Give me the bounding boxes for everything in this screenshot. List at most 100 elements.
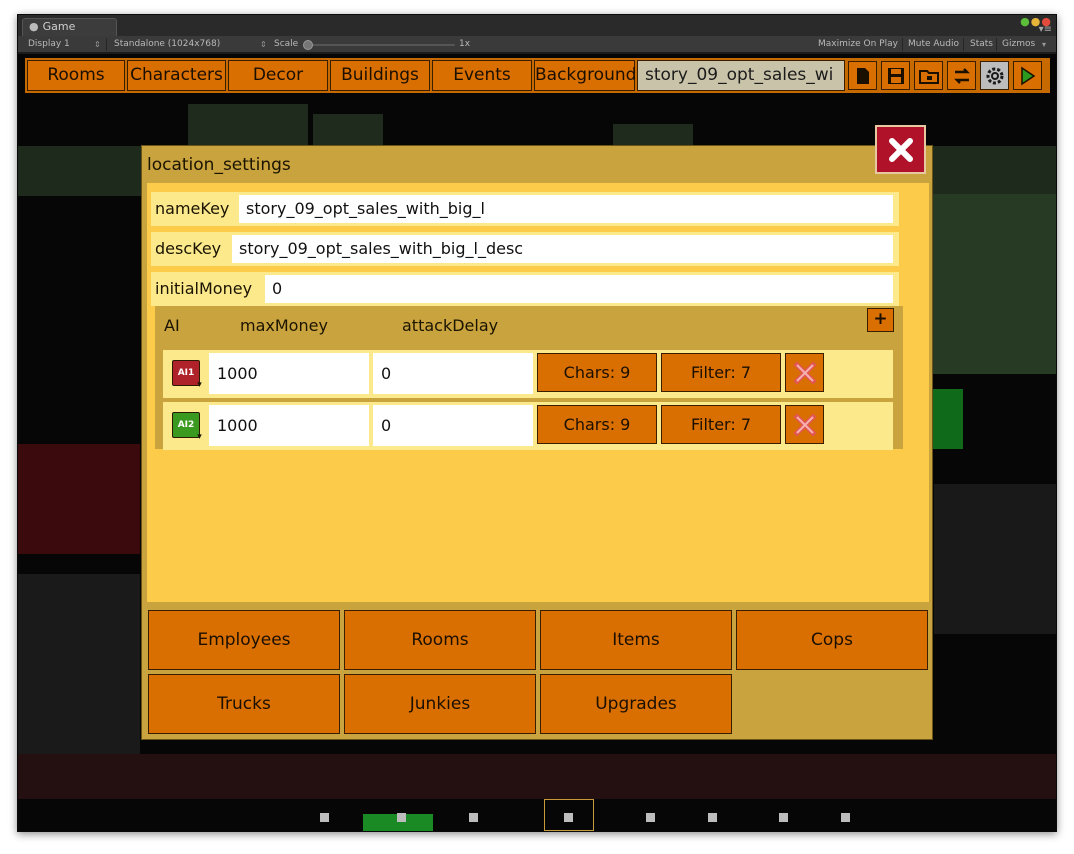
toolbar-divider: [996, 38, 997, 51]
location-name-label: story_09_opt_sales_wi: [645, 65, 834, 85]
swap-icon[interactable]: [947, 61, 976, 90]
page-dot[interactable]: [779, 813, 788, 822]
nav-rooms-button[interactable]: Rooms: [27, 60, 125, 91]
delete-ai-button[interactable]: [785, 405, 824, 444]
delete-ai-button[interactable]: [785, 353, 824, 392]
attack-delay-input[interactable]: 0: [373, 353, 533, 394]
toolbar-divider: [963, 38, 964, 51]
ai-badge-label: AI1: [177, 368, 195, 378]
items-button[interactable]: Items: [540, 610, 732, 670]
employees-button[interactable]: Employees: [148, 610, 340, 670]
desc-key-label: descKey: [155, 239, 222, 258]
desc-key-row: descKey story_09_opt_sales_with_big_l_de…: [151, 232, 899, 266]
page-dot-selected[interactable]: [544, 799, 594, 831]
delete-x-icon: [792, 360, 817, 385]
page-dot[interactable]: [397, 813, 406, 822]
nav-events-label: Events: [453, 65, 511, 85]
display-select[interactable]: Display 1: [28, 36, 70, 53]
location-name-tab[interactable]: story_09_opt_sales_wi: [637, 60, 845, 91]
resolution-select-arrows-icon[interactable]: ⇕: [260, 36, 267, 53]
display-select-arrows-icon[interactable]: ⇕: [94, 36, 101, 53]
page-dot[interactable]: [708, 813, 717, 822]
ai-badge-icon[interactable]: AI1 ▾: [172, 360, 202, 390]
game-tab-label: Game: [42, 20, 76, 33]
open-folder-icon[interactable]: [914, 61, 943, 90]
tab-menu-icon[interactable]: ▾≡: [1039, 25, 1052, 35]
nav-decor-button[interactable]: Decor: [228, 60, 328, 91]
save-icon[interactable]: [881, 61, 910, 90]
ai-settings-table: AI maxMoney attackDelay + AI1 ▾ 1000 0 Ch…: [155, 306, 903, 450]
nav-buildings-label: Buildings: [341, 65, 419, 85]
trucks-button[interactable]: Trucks: [148, 674, 340, 734]
unity-game-window: ● Game ●●● ▾≡ Display 1 ⇕ Standalone (102…: [17, 14, 1057, 832]
initial-money-input[interactable]: 0: [265, 275, 893, 303]
ai-column-header: AI: [164, 316, 180, 335]
gizmos-dropdown[interactable]: Gizmos: [1002, 36, 1035, 53]
name-key-label: nameKey: [155, 199, 230, 218]
new-file-icon[interactable]: [848, 61, 877, 90]
page-dot[interactable]: [320, 813, 329, 822]
display-select-label: Display 1: [28, 39, 70, 49]
nav-characters-button[interactable]: Characters: [127, 60, 226, 91]
gizmos-chevron-down-icon[interactable]: ▾: [1042, 36, 1046, 53]
nav-buildings-button[interactable]: Buildings: [330, 60, 430, 91]
close-icon: [888, 137, 913, 162]
filter-button[interactable]: Filter: 7: [661, 405, 781, 444]
background-dark-block: [934, 484, 1056, 634]
settings-panel: nameKey story_09_opt_sales_with_big_l de…: [147, 183, 929, 602]
chars-button[interactable]: Chars: 9: [537, 405, 657, 444]
ai-row: AI2 ▾ 1000 0 Chars: 9 Filter: 7: [163, 402, 893, 450]
location-settings-dialog: location_settings nameKey story_09_opt_s…: [141, 145, 933, 740]
close-dialog-button[interactable]: [875, 125, 926, 174]
upgrades-button[interactable]: Upgrades: [540, 674, 732, 734]
page-dot[interactable]: [841, 813, 850, 822]
zoom-button[interactable]: ●: [1020, 15, 1031, 28]
max-money-column-header: maxMoney: [240, 316, 328, 335]
nav-rooms-label: Rooms: [47, 65, 105, 85]
attack-delay-column-header: attackDelay: [402, 316, 499, 335]
add-ai-button[interactable]: +: [867, 308, 894, 332]
ai-badge-icon[interactable]: AI2 ▾: [172, 412, 202, 442]
initial-money-row: initialMoney 0: [151, 272, 899, 306]
scale-value: 1x: [459, 39, 471, 49]
nav-decor-label: Decor: [252, 65, 304, 85]
background-tree-area: [933, 194, 1056, 374]
max-money-input[interactable]: 1000: [209, 353, 369, 394]
maximize-on-play-toggle[interactable]: Maximize On Play: [818, 36, 898, 53]
background-green-block: [933, 389, 963, 449]
dialog-title: location_settings: [147, 155, 291, 175]
nav-background-button[interactable]: Background: [534, 60, 636, 91]
filter-button[interactable]: Filter: 7: [661, 353, 781, 392]
mute-audio-toggle[interactable]: Mute Audio: [908, 36, 959, 53]
attack-delay-input[interactable]: 0: [373, 405, 533, 446]
background-floor-strip: [18, 754, 1056, 799]
game-view-toolbar: Display 1 ⇕ Standalone (1024x768) ⇕ Scal…: [18, 36, 1056, 53]
rooms-button[interactable]: Rooms: [344, 610, 536, 670]
desc-key-input[interactable]: story_09_opt_sales_with_big_l_desc: [232, 235, 893, 263]
ai-row: AI1 ▾ 1000 0 Chars: 9 Filter: 7: [163, 350, 893, 398]
scale-slider-track[interactable]: [305, 44, 455, 46]
scale-slider-handle[interactable]: [303, 40, 313, 50]
background-dark-block: [18, 574, 140, 774]
page-dot[interactable]: [646, 813, 655, 822]
background-building: [188, 104, 308, 149]
nav-events-button[interactable]: Events: [432, 60, 532, 91]
game-view-icon: ●: [29, 20, 39, 33]
settings-gear-icon[interactable]: [980, 61, 1009, 90]
maximize-on-play-label: Maximize On Play: [818, 39, 898, 49]
stats-toggle[interactable]: Stats: [970, 36, 993, 53]
initial-money-label: initialMoney: [155, 279, 253, 298]
game-tab[interactable]: ● Game: [22, 18, 117, 36]
resolution-select-label: Standalone (1024x768): [114, 39, 221, 49]
resolution-select[interactable]: Standalone (1024x768): [114, 36, 220, 53]
junkies-button[interactable]: Junkies: [344, 674, 536, 734]
background-red-structure: [18, 444, 140, 554]
cops-button[interactable]: Cops: [736, 610, 928, 670]
mute-audio-label: Mute Audio: [908, 39, 959, 49]
max-money-input[interactable]: 1000: [209, 405, 369, 446]
play-icon[interactable]: [1013, 61, 1042, 90]
name-key-input[interactable]: story_09_opt_sales_with_big_l: [239, 195, 893, 223]
chars-button[interactable]: Chars: 9: [537, 353, 657, 392]
page-dot[interactable]: [469, 813, 478, 822]
game-viewport: Rooms Characters Decor Buildings Events …: [18, 54, 1056, 831]
